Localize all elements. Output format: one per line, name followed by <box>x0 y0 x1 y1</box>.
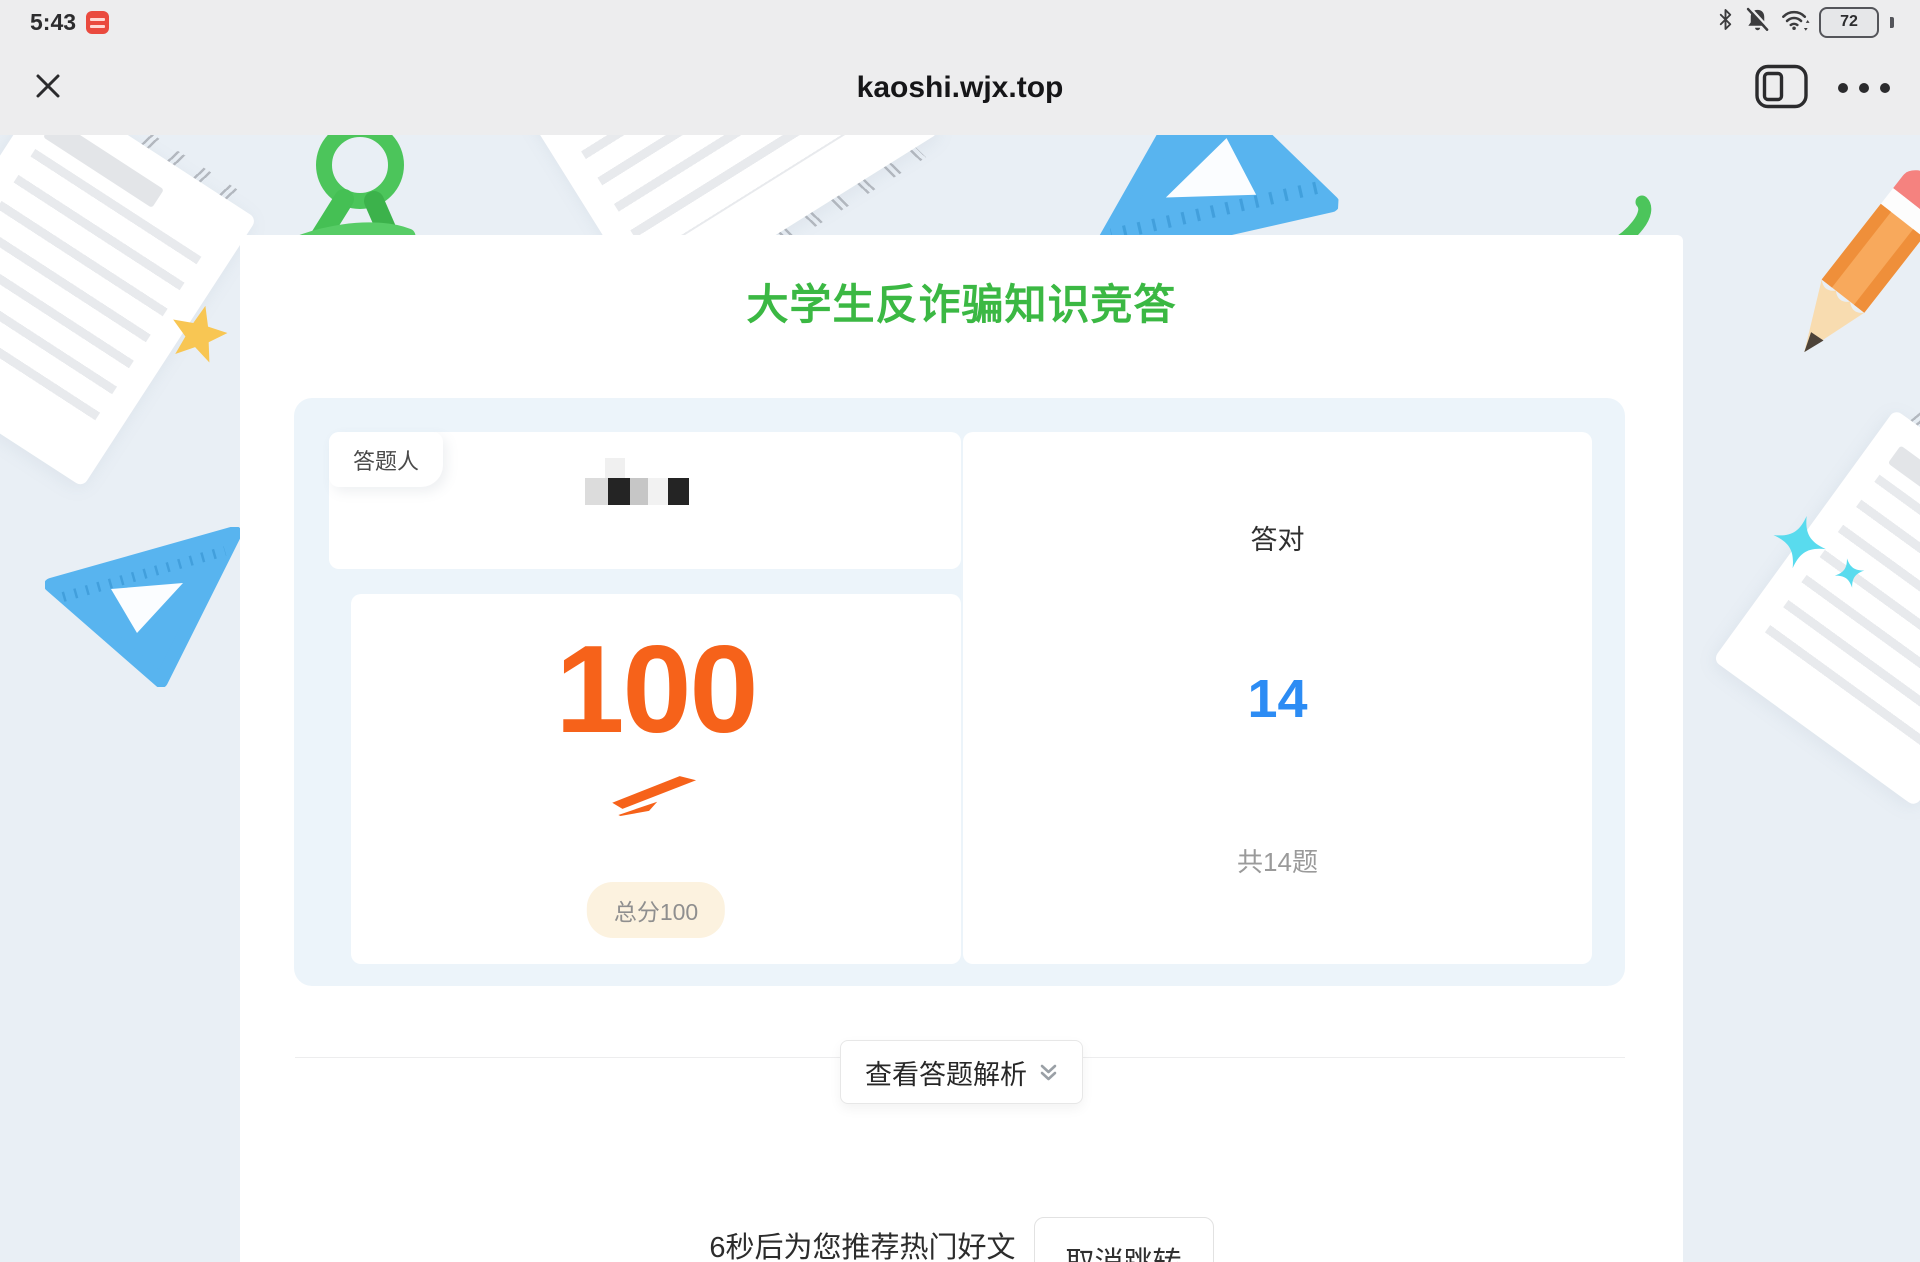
correct-answers-card: 答对 14 共14题 <box>963 432 1592 964</box>
bluetooth-icon <box>1716 6 1735 38</box>
status-right: 72 <box>1716 6 1894 38</box>
multitask-icon <box>1755 64 1808 112</box>
bell-muted-icon <box>1744 6 1771 38</box>
quiz-title: 大学生反诈骗知识竞答 <box>240 271 1683 332</box>
result-summary-card: 答题人 100 总分100 <box>294 398 1625 986</box>
pencil-decoration <box>1755 150 1920 391</box>
respondent-card: 答题人 <box>329 432 961 569</box>
status-left: 5:43 <box>30 9 109 36</box>
battery-percent: 72 <box>1840 13 1858 31</box>
system-chrome: 5:43 <box>0 0 1920 135</box>
respondent-name-redacted <box>585 478 689 505</box>
view-analysis-label: 查看答题解析 <box>865 1053 1027 1092</box>
header-actions <box>1755 64 1890 112</box>
multitask-button[interactable] <box>1755 64 1808 112</box>
close-button[interactable] <box>30 68 66 107</box>
score-underline-swoosh-icon <box>608 770 700 821</box>
status-bar: 5:43 <box>0 0 1920 40</box>
browser-header: kaoshi.wjx.top <box>0 40 1920 135</box>
view-analysis-button[interactable]: 查看答题解析 <box>840 1040 1083 1104</box>
wifi-icon <box>1780 7 1810 38</box>
notebook-decoration-right <box>1713 409 1920 807</box>
status-time: 5:43 <box>30 9 76 36</box>
redirect-notice: 6秒后为您推荐热门好文 <box>709 1224 1015 1262</box>
score-card: 100 总分100 <box>351 594 961 964</box>
redacted-pixel <box>605 458 625 478</box>
more-menu-button[interactable] <box>1838 83 1890 93</box>
chevron-double-down-icon <box>1039 1062 1058 1083</box>
sparkle-decoration-small <box>1831 555 1869 597</box>
total-questions: 共14题 <box>963 842 1592 879</box>
page-url: kaoshi.wjx.top <box>0 71 1920 105</box>
quiz-result-panel: 大学生反诈骗知识竞答 答题人 100 <box>240 235 1683 1262</box>
battery-icon: 72 <box>1819 7 1879 38</box>
battery-nub <box>1890 17 1894 28</box>
correct-count: 14 <box>963 668 1592 730</box>
score-value: 100 <box>351 628 961 752</box>
app-badge-icon <box>86 11 109 34</box>
correct-label: 答对 <box>963 518 1592 557</box>
close-icon <box>30 68 66 107</box>
cancel-redirect-button[interactable]: 取消跳转 <box>1034 1217 1214 1262</box>
screen: 5:43 <box>0 0 1920 1262</box>
set-square-decoration-left <box>45 527 245 692</box>
redirect-bar: 6秒后为您推荐热门好文 取消跳转 <box>240 1217 1683 1262</box>
respondent-label-tab: 答题人 <box>329 432 443 487</box>
page-background: 大学生反诈骗知识竞答 答题人 100 <box>0 135 1920 1262</box>
more-dots-icon <box>1838 83 1890 93</box>
total-score-badge: 总分100 <box>587 882 725 938</box>
